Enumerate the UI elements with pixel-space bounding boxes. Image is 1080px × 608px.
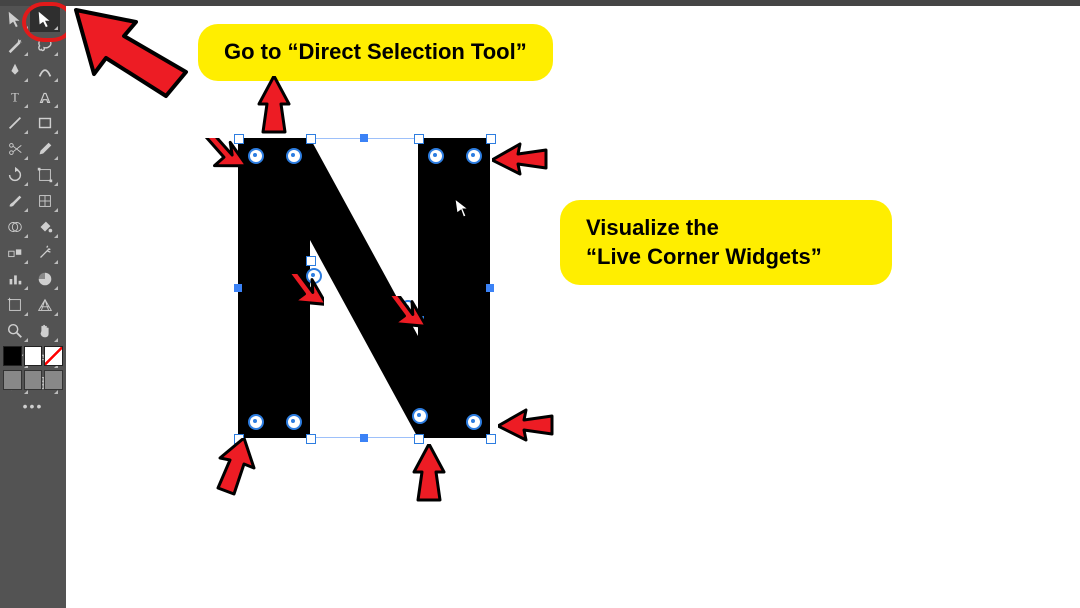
bbox-handle-mr[interactable] (486, 284, 494, 292)
pie-graph-tool[interactable] (30, 266, 60, 292)
lasso-tool[interactable] (30, 32, 60, 58)
tool-grid: T (0, 6, 66, 396)
paintbrush-tool[interactable] (0, 188, 30, 214)
arrow-annotation (406, 444, 452, 502)
mesh-tool[interactable] (30, 188, 60, 214)
edit-toolbar-button[interactable]: ••• (0, 398, 66, 414)
draw-inside[interactable] (44, 370, 63, 390)
anchor-point[interactable] (414, 134, 424, 144)
touch-type-tool[interactable] (30, 84, 60, 110)
draw-mode-row[interactable] (3, 370, 63, 394)
arrow-annotation (251, 76, 297, 134)
callout-live-corners: Visualize the “Live Corner Widgets” (560, 200, 892, 285)
arrow-annotation (498, 402, 554, 448)
perspective-grid-tool[interactable] (30, 292, 60, 318)
direct-selection-tool[interactable] (30, 6, 60, 32)
live-corner-widget[interactable] (428, 148, 444, 164)
arrow-annotation (268, 274, 324, 324)
live-corner-widget[interactable] (248, 414, 264, 430)
anchor-point[interactable] (306, 256, 316, 266)
scissors-tool[interactable] (0, 136, 30, 162)
anchor-point[interactable] (306, 134, 316, 144)
callout-text: Go to “Direct Selection Tool” (224, 39, 527, 64)
bbox-handle-bm[interactable] (360, 434, 368, 442)
symbol-sprayer-tool[interactable] (30, 240, 60, 266)
direct-selection-cursor-icon (454, 198, 472, 218)
arrow-annotation (204, 438, 256, 496)
tool-panel: T (0, 6, 66, 608)
selection-tool[interactable] (0, 6, 30, 32)
bbox-handle-ml[interactable] (234, 284, 242, 292)
callout-text-line1: Visualize the (586, 215, 719, 240)
shape-builder-tool[interactable] (0, 214, 30, 240)
bbox-handle-tm[interactable] (360, 134, 368, 142)
live-corner-widget[interactable] (286, 414, 302, 430)
live-corner-widget[interactable] (286, 148, 302, 164)
column-graph-tool[interactable] (0, 266, 30, 292)
anchor-point[interactable] (414, 434, 424, 444)
callout-direct-selection: Go to “Direct Selection Tool” (198, 24, 553, 81)
arrow-annotation (368, 296, 424, 346)
stroke-swatch[interactable] (24, 346, 43, 366)
anchor-point[interactable] (306, 434, 316, 444)
live-paint-bucket[interactable] (30, 214, 60, 240)
draw-normal[interactable] (3, 370, 22, 390)
eyedropper-tool[interactable] (30, 136, 60, 162)
live-corner-widget[interactable] (466, 148, 482, 164)
blend-tool[interactable] (0, 240, 30, 266)
artboard-tool[interactable] (0, 292, 30, 318)
rotate-tool[interactable] (0, 162, 30, 188)
arrow-annotation (188, 138, 244, 188)
callout-text-line2: “Live Corner Widgets” (586, 244, 822, 269)
magic-wand-tool[interactable] (0, 32, 30, 58)
type-tool[interactable]: T (0, 84, 30, 110)
zoom-tool[interactable] (0, 318, 30, 344)
rectangle-tool[interactable] (30, 110, 60, 136)
anchor-point[interactable] (486, 434, 496, 444)
live-corner-widget[interactable] (412, 408, 428, 424)
live-corner-widget[interactable] (248, 148, 264, 164)
live-corner-widget[interactable] (466, 414, 482, 430)
arrow-annotation (492, 136, 548, 182)
fill-stroke-swatches[interactable] (3, 346, 63, 370)
none-swatch[interactable] (44, 346, 63, 366)
arrow-to-tool (66, 0, 196, 100)
artboard-canvas[interactable]: Go to “Direct Selection Tool” Visualize … (66, 6, 1080, 602)
hand-tool[interactable] (30, 318, 60, 344)
curvature-tool[interactable] (30, 58, 60, 84)
free-transform-tool[interactable] (30, 162, 60, 188)
draw-behind[interactable] (24, 370, 43, 390)
svg-text:T: T (11, 91, 19, 105)
pen-tool[interactable] (0, 58, 30, 84)
fill-swatch[interactable] (3, 346, 22, 366)
line-segment-tool[interactable] (0, 110, 30, 136)
